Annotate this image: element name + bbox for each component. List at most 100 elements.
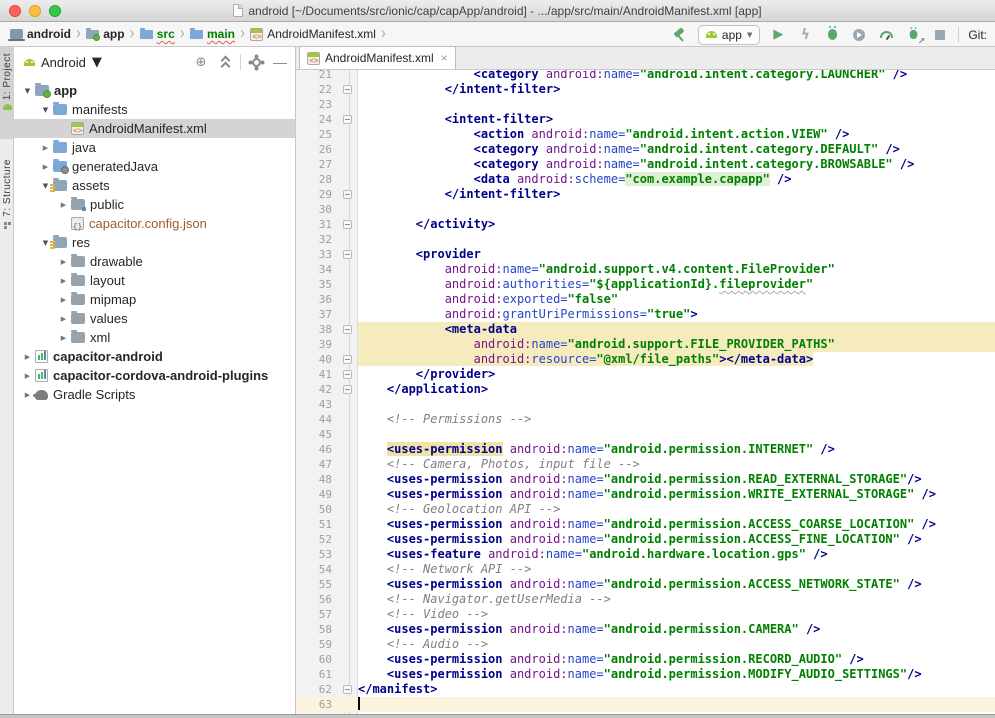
code-line-24[interactable]: 24 <intent-filter> (296, 112, 995, 127)
code-line-25[interactable]: 25 <action android:name="android.intent.… (296, 127, 995, 142)
code-line-22[interactable]: 22 </intent-filter> (296, 82, 995, 97)
code-line-30[interactable]: 30 (296, 202, 995, 217)
code-line-38[interactable]: 38 <meta-data (296, 322, 995, 337)
tree-item-public[interactable]: ▶public (14, 195, 295, 214)
code-line-53[interactable]: 53 <uses-feature android:name="android.h… (296, 547, 995, 562)
tree-item-capacitor-android[interactable]: ▶capacitor-android (14, 347, 295, 366)
fold-marker-icon[interactable] (343, 115, 352, 124)
tree-item-java[interactable]: ▶java (14, 138, 295, 157)
code-line-54[interactable]: 54 <!-- Network API --> (296, 562, 995, 577)
tree-chevron-icon[interactable]: ▶ (20, 353, 35, 361)
tree-item-gradle-scripts[interactable]: ▶Gradle Scripts (14, 385, 295, 404)
fold-marker-icon[interactable] (343, 325, 352, 334)
tree-item-layout[interactable]: ▶layout (14, 271, 295, 290)
run-button[interactable]: ▶ (769, 26, 787, 44)
tree-item-res[interactable]: ▼res (14, 233, 295, 252)
breadcrumb-item-main[interactable]: main (188, 26, 237, 42)
tree-item-capacitor-cordova-android-plugins[interactable]: ▶capacitor-cordova-android-plugins (14, 366, 295, 385)
tree-chevron-icon[interactable]: ▼ (38, 106, 53, 114)
code-line-59[interactable]: 59 <!-- Audio --> (296, 637, 995, 652)
breadcrumb-item-src[interactable]: src (138, 26, 177, 42)
code-line-23[interactable]: 23 (296, 97, 995, 112)
locate-file-icon[interactable]: ⊕ (192, 53, 210, 71)
code-line-32[interactable]: 32 (296, 232, 995, 247)
tree-item-xml[interactable]: ▶xml (14, 328, 295, 347)
tree-chevron-icon[interactable]: ▶ (38, 144, 53, 152)
code-line-34[interactable]: 34 android:name="android.support.v4.cont… (296, 262, 995, 277)
tree-chevron-icon[interactable]: ▶ (56, 315, 71, 323)
stop-button[interactable] (931, 26, 949, 44)
code-line-60[interactable]: 60 <uses-permission android:name="androi… (296, 652, 995, 667)
tree-item-assets[interactable]: ▼assets (14, 176, 295, 195)
tree-chevron-icon[interactable]: ▶ (20, 372, 35, 380)
code-line-39[interactable]: 39 android:name="android.support.FILE_PR… (296, 337, 995, 352)
profiler-gauge-icon[interactable] (877, 26, 895, 44)
profile-app-icon[interactable] (850, 26, 868, 44)
code-line-28[interactable]: 28 <data android:scheme="com.example.cap… (296, 172, 995, 187)
tree-chevron-icon[interactable]: ▶ (56, 201, 71, 209)
project-view-selector[interactable]: Android (41, 55, 86, 70)
code-line-45[interactable]: 45 (296, 427, 995, 442)
code-line-44[interactable]: 44 <!-- Permissions --> (296, 412, 995, 427)
fold-marker-icon[interactable] (343, 685, 352, 694)
code-line-41[interactable]: 41 </provider> (296, 367, 995, 382)
code-line-62[interactable]: 62</manifest> (296, 682, 995, 697)
fold-marker-icon[interactable] (343, 190, 352, 199)
tree-item-app[interactable]: ▼app (14, 81, 295, 100)
code-line-37[interactable]: 37 android:grantUriPermissions="true"> (296, 307, 995, 322)
code-line-55[interactable]: 55 <uses-permission android:name="androi… (296, 577, 995, 592)
tree-chevron-icon[interactable]: ▶ (56, 258, 71, 266)
tree-item-values[interactable]: ▶values (14, 309, 295, 328)
code-line-43[interactable]: 43 (296, 397, 995, 412)
tree-chevron-icon[interactable]: ▼ (20, 87, 35, 95)
code-line-31[interactable]: 31 </activity> (296, 217, 995, 232)
attach-debugger-icon[interactable]: ↗ (904, 26, 922, 44)
breadcrumb-item-app[interactable]: app (84, 26, 126, 42)
fold-marker-icon[interactable] (343, 385, 352, 394)
code-line-63[interactable]: 63 (296, 697, 995, 712)
close-tab-icon[interactable]: × (441, 51, 448, 65)
tree-chevron-icon[interactable]: ▶ (56, 296, 71, 304)
editor-tab-androidmanifest[interactable]: AndroidManifest.xml × (299, 46, 456, 69)
hide-panel-icon[interactable]: — (271, 53, 289, 71)
tree-item-androidmanifest-xml[interactable]: AndroidManifest.xml (14, 119, 295, 138)
fold-marker-icon[interactable] (343, 85, 352, 94)
fold-marker-icon[interactable] (343, 250, 352, 259)
tree-item-mipmap[interactable]: ▶mipmap (14, 290, 295, 309)
fold-marker-icon[interactable] (343, 220, 352, 229)
close-window-button[interactable] (9, 5, 21, 17)
tree-chevron-icon[interactable]: ▶ (38, 163, 53, 171)
code-line-33[interactable]: 33 <provider (296, 247, 995, 262)
zoom-window-button[interactable] (49, 5, 61, 17)
code-line-50[interactable]: 50 <!-- Geolocation API --> (296, 502, 995, 517)
code-line-29[interactable]: 29 </intent-filter> (296, 187, 995, 202)
breadcrumb-item-android[interactable]: android (8, 26, 73, 42)
fold-marker-icon[interactable] (343, 370, 352, 379)
minimize-window-button[interactable] (29, 5, 41, 17)
tool-window-tab-structure[interactable]: 7: Structure (0, 155, 14, 251)
code-line-27[interactable]: 27 <category android:name="android.inten… (296, 157, 995, 172)
code-line-21[interactable]: 21 <category android:name="android.inten… (296, 70, 995, 82)
build-hammer-icon[interactable] (671, 26, 689, 44)
code-line-42[interactable]: 42 </application> (296, 382, 995, 397)
code-line-47[interactable]: 47 <!-- Camera, Photos, input file --> (296, 457, 995, 472)
code-line-61[interactable]: 61 <uses-permission android:name="androi… (296, 667, 995, 682)
tool-window-tab-project[interactable]: 1: Project (0, 47, 14, 139)
code-line-40[interactable]: 40 android:resource="@xml/file_paths"></… (296, 352, 995, 367)
code-line-48[interactable]: 48 <uses-permission android:name="androi… (296, 472, 995, 487)
code-line-57[interactable]: 57 <!-- Video --> (296, 607, 995, 622)
collapse-all-icon[interactable] (216, 53, 234, 71)
code-line-36[interactable]: 36 android:exported="false" (296, 292, 995, 307)
debug-button[interactable] (823, 26, 841, 44)
tree-item-capacitor-config-json[interactable]: capacitor.config.json (14, 214, 295, 233)
tree-chevron-icon[interactable]: ▶ (56, 334, 71, 342)
code-line-46[interactable]: 46 <uses-permission android:name="androi… (296, 442, 995, 457)
tree-item-drawable[interactable]: ▶drawable (14, 252, 295, 271)
tree-item-generatedjava[interactable]: ▶generatedJava (14, 157, 295, 176)
code-line-56[interactable]: 56 <!-- Navigator.getUserMedia --> (296, 592, 995, 607)
tree-item-manifests[interactable]: ▼manifests (14, 100, 295, 119)
code-line-26[interactable]: 26 <category android:name="android.inten… (296, 142, 995, 157)
code-line-52[interactable]: 52 <uses-permission android:name="androi… (296, 532, 995, 547)
settings-gear-icon[interactable] (247, 53, 265, 71)
apply-changes-icon[interactable]: ϟ (796, 26, 814, 44)
